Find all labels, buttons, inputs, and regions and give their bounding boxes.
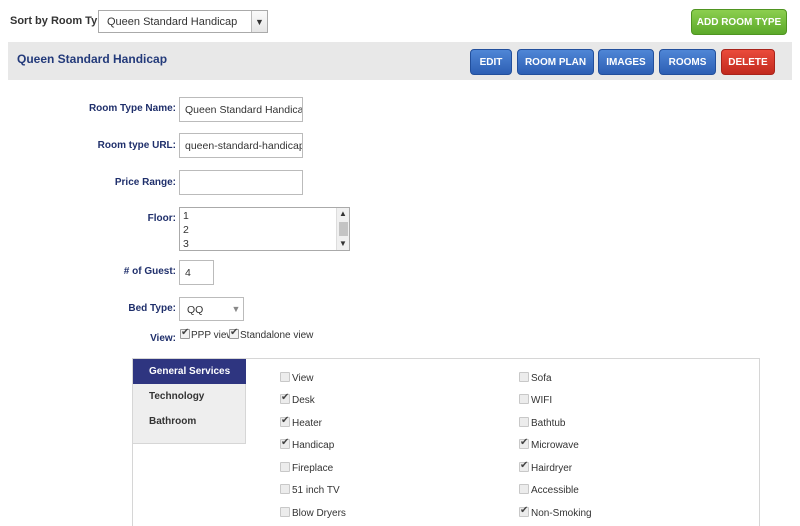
service-label: Heater: [292, 418, 323, 429]
tab-general-services[interactable]: General Services: [133, 359, 246, 384]
floor-option[interactable]: 2: [183, 224, 189, 236]
chevron-down-icon[interactable]: ▼: [337, 238, 349, 250]
services-panel: General Services Technology Bathroom Vie…: [132, 358, 760, 526]
service-label: Sofa: [531, 373, 552, 384]
add-room-type-button[interactable]: ADD ROOM TYPE: [691, 9, 787, 35]
service-label: WIFI: [531, 395, 553, 406]
service-checkbox-non-smoking[interactable]: [519, 505, 529, 517]
tab-technology[interactable]: Technology: [133, 384, 246, 409]
bed-type-label: Bed Type:: [128, 303, 176, 314]
service-checkbox-sofa[interactable]: [519, 372, 529, 382]
service-checkbox-51-inch-tv[interactable]: [280, 484, 290, 494]
bed-type-selected-value: QQ: [187, 304, 204, 316]
room-type-name-label: Room Type Name:: [88, 103, 176, 114]
service-label: Blow Dryers: [292, 508, 346, 519]
delete-button[interactable]: DELETE: [721, 49, 775, 75]
page-title: Queen Standard Handicap: [17, 52, 168, 66]
view-label: View:: [150, 333, 176, 344]
chevron-down-icon: ▼: [231, 304, 241, 314]
price-range-label: Price Range:: [114, 177, 176, 188]
service-label: Bathtub: [531, 418, 566, 429]
room-plan-button[interactable]: ROOM PLAN: [517, 49, 594, 75]
tab-bathroom[interactable]: Bathroom: [133, 409, 246, 434]
sort-room-type-select[interactable]: Queen Standard Handicap ▼: [98, 10, 268, 33]
service-checkbox-microwave[interactable]: [519, 437, 529, 449]
standalone-view-label: Standalone view: [240, 330, 314, 341]
service-checkbox-accessible[interactable]: [519, 484, 529, 494]
service-label: Handicap: [292, 440, 335, 451]
guests-input[interactable]: 4: [179, 260, 214, 285]
service-checkbox-heater[interactable]: [280, 415, 290, 427]
chevron-up-icon[interactable]: ▲: [337, 208, 349, 220]
service-checkbox-wifi[interactable]: [519, 394, 529, 404]
floor-label: Floor:: [147, 213, 176, 224]
floor-option[interactable]: 3: [183, 238, 189, 250]
service-checkbox-handicap[interactable]: [280, 437, 290, 449]
service-label: Accessible: [531, 485, 579, 496]
service-checkbox-blow-dryers[interactable]: [280, 507, 290, 517]
standalone-view-checkbox[interactable]: [229, 327, 239, 339]
price-range-input[interactable]: [179, 170, 303, 195]
floor-listbox[interactable]: 1 2 3 ▲ ▼: [179, 207, 350, 251]
guests-label: # of Guest:: [123, 266, 176, 277]
edit-button[interactable]: EDIT: [470, 49, 512, 75]
chevron-down-icon: ▼: [251, 11, 267, 32]
service-label: Fireplace: [292, 463, 334, 474]
floor-option[interactable]: 1: [183, 210, 189, 222]
rooms-button[interactable]: ROOMS: [659, 49, 716, 75]
service-checkbox-desk[interactable]: [280, 392, 290, 404]
service-label: 51 inch TV: [292, 485, 340, 496]
room-type-url-input[interactable]: queen-standard-handicap: [179, 133, 303, 158]
scrollbar-thumb[interactable]: [339, 222, 348, 236]
ppp-view-checkbox[interactable]: [180, 327, 190, 339]
service-checkbox-fireplace[interactable]: [280, 462, 290, 472]
ppp-view-label: PPP view: [191, 330, 234, 341]
service-label: Hairdryer: [531, 463, 573, 474]
service-label: Desk: [292, 395, 315, 406]
service-checkbox-hairdryer[interactable]: [519, 460, 529, 472]
images-button[interactable]: IMAGES: [598, 49, 654, 75]
bed-type-select[interactable]: QQ ▼: [179, 297, 244, 321]
room-type-name-input[interactable]: Queen Standard Handicap: [179, 97, 303, 122]
service-checkbox-view[interactable]: [280, 372, 290, 382]
service-checkbox-bathtub[interactable]: [519, 417, 529, 427]
service-tabs: General Services Technology Bathroom: [133, 359, 246, 444]
service-label: Microwave: [531, 440, 579, 451]
service-label: Non-Smoking: [531, 508, 592, 519]
floor-scrollbar[interactable]: ▲ ▼: [336, 208, 349, 250]
service-label: View: [292, 373, 314, 384]
sort-selected-value: Queen Standard Handicap: [107, 16, 238, 28]
room-type-url-label: Room type URL:: [97, 140, 176, 151]
